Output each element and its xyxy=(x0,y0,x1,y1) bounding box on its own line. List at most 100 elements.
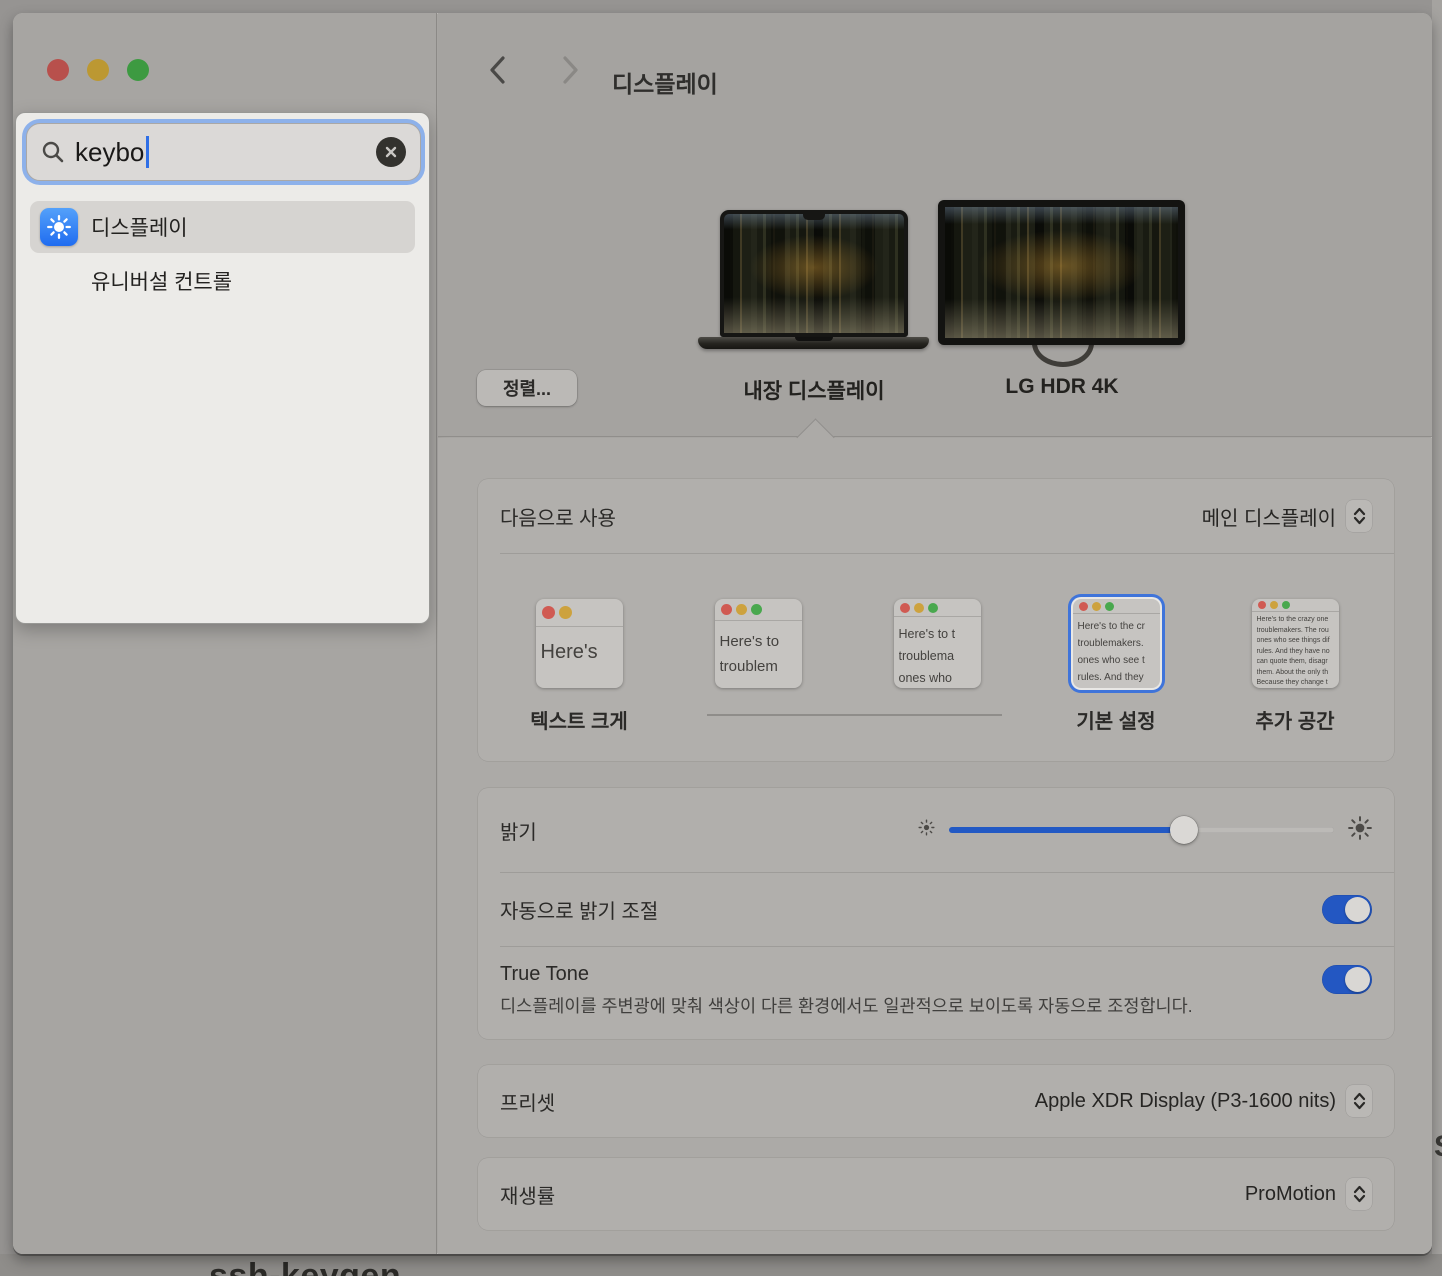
preview-titlebar xyxy=(715,599,802,621)
preset-popup-button[interactable] xyxy=(1346,1085,1372,1117)
preview-text: Here's to t troublema ones who xyxy=(894,617,981,688)
preview-line: ones who xyxy=(899,667,976,688)
scaling-preview[interactable]: Here's to troublem xyxy=(715,599,802,688)
preview-text: Here's to the cr troublemakers. ones who… xyxy=(1073,614,1160,688)
true-tone-toggle[interactable] xyxy=(1322,965,1372,994)
scaling-option-default[interactable]: Here's to the cr troublemakers. ones who… xyxy=(1031,599,1201,729)
preview-line: troublem xyxy=(720,654,797,679)
search-results-panel: keybo 디스플레이 유니버설 컨트롤 xyxy=(15,112,430,624)
refresh-rate-row: 재생률 ProMotion xyxy=(478,1158,1394,1230)
scaling-option-larger-text[interactable]: Here's 텍스트 크게 xyxy=(494,599,664,729)
preview-line: Here's to the crazy one xyxy=(1257,615,1334,626)
preview-text: Here's to troublem xyxy=(715,621,802,682)
scaling-option-3[interactable]: Here's to t troublema ones who xyxy=(852,599,1022,729)
search-result-display[interactable]: 디스플레이 xyxy=(30,201,415,253)
search-results-list: 디스플레이 유니버설 컨트롤 xyxy=(30,201,415,309)
auto-brightness-label: 자동으로 밝기 조절 xyxy=(500,895,658,924)
scaling-option-label: 텍스트 크게 xyxy=(530,705,628,729)
auto-brightness-row: 자동으로 밝기 조절 xyxy=(478,873,1394,946)
brightness-card: 밝기 xyxy=(478,788,1394,1039)
sun-bright-icon xyxy=(1348,816,1372,845)
page-title: 디스플레이 xyxy=(612,65,718,99)
window-controls xyxy=(47,59,149,81)
use-as-value: 메인 디스플레이 xyxy=(1202,502,1336,531)
refresh-rate-popup-button[interactable] xyxy=(1346,1178,1372,1210)
preview-titlebar xyxy=(1073,599,1160,614)
use-as-popup-button[interactable] xyxy=(1346,500,1372,532)
external-display-label: LG HDR 4K xyxy=(952,375,1172,399)
laptop-notch xyxy=(803,213,825,220)
refresh-rate-label: 재생률 xyxy=(500,1180,555,1209)
preview-line: Here's to t xyxy=(899,623,976,645)
preview-line: troublema xyxy=(899,645,976,667)
content-header: 디스플레이 내장 디스플레이 LG HDR 4K 정렬... xyxy=(438,13,1432,437)
toggle-knob xyxy=(1345,897,1370,922)
background-app-right: S xyxy=(1432,0,1442,1254)
true-tone-row: True Tone 디스플레이를 주변광에 맞춰 색상이 다른 환경에서도 일관… xyxy=(478,947,1394,1039)
preview-line: can quote them, disagr xyxy=(1257,657,1334,668)
preview-line: rules. And they xyxy=(1078,669,1155,686)
preview-zoom-dot xyxy=(1282,601,1290,609)
preview-titlebar xyxy=(536,599,623,627)
preset-label: 프리셋 xyxy=(500,1087,555,1116)
minimize-button[interactable] xyxy=(87,59,109,81)
search-value: keybo xyxy=(75,137,144,168)
brightness-label: 밝기 xyxy=(500,816,537,845)
preview-line: them. About the only th xyxy=(1257,668,1334,679)
scaling-connector-line xyxy=(707,714,1002,716)
search-result-universal-control[interactable]: 유니버설 컨트롤 xyxy=(30,255,415,307)
brightness-row: 밝기 xyxy=(478,788,1394,872)
laptop-base xyxy=(698,337,929,349)
preview-line: rules. And they have no xyxy=(1257,647,1334,658)
screenshot-canvas: ssh-keygen S keybo xyxy=(0,0,1442,1276)
sun-dim-icon xyxy=(918,819,935,841)
preview-line: Here's xyxy=(541,637,618,667)
close-button[interactable] xyxy=(47,59,69,81)
preview-zoom-dot xyxy=(751,604,762,615)
arrange-button[interactable]: 정렬... xyxy=(477,370,577,406)
brightness-slider-fill xyxy=(949,827,1184,833)
preview-zoom-dot xyxy=(1105,602,1114,611)
wallpaper-forest xyxy=(724,214,904,333)
preview-titlebar xyxy=(1252,599,1339,612)
preview-close-dot xyxy=(1079,602,1088,611)
preview-line: ones who see things dif xyxy=(1257,636,1334,647)
result-icon-placeholder xyxy=(40,262,78,300)
forward-icon[interactable] xyxy=(556,53,584,87)
back-icon[interactable] xyxy=(484,53,512,87)
brightness-slider-knob[interactable] xyxy=(1170,816,1198,844)
preview-zoom-dot xyxy=(928,603,938,613)
preview-close-dot xyxy=(900,603,910,613)
preview-text: Here's xyxy=(536,627,623,670)
search-input[interactable]: keybo xyxy=(26,123,421,181)
builtin-display-thumbnail[interactable] xyxy=(720,210,908,337)
preview-line: Because they change t xyxy=(1257,678,1334,688)
scaling-preview[interactable]: Here's xyxy=(536,599,623,688)
preview-line: ones who see t xyxy=(1078,652,1155,669)
preview-minimize-dot xyxy=(1092,602,1101,611)
true-tone-description: 디스플레이를 주변광에 맞춰 색상이 다른 환경에서도 일관적으로 보이도록 자… xyxy=(500,992,1260,1021)
external-display-thumbnail[interactable] xyxy=(938,200,1185,345)
scaling-option-more-space[interactable]: Here's to the crazy one troublemakers. T… xyxy=(1210,599,1380,729)
preview-titlebar xyxy=(894,599,981,617)
refresh-rate-card: 재생률 ProMotion xyxy=(478,1158,1394,1230)
scaling-option-2[interactable]: Here's to troublem xyxy=(673,599,843,729)
clear-search-button[interactable] xyxy=(376,137,406,167)
use-as-row: 다음으로 사용 메인 디스플레이 xyxy=(478,479,1394,553)
content-pane: 디스플레이 내장 디스플레이 LG HDR 4K 정렬... xyxy=(438,13,1432,1254)
preview-minimize-dot xyxy=(1270,601,1278,609)
background-app-bottom: ssh-keygen xyxy=(0,1254,1442,1276)
scaling-option-label: 기본 설정 xyxy=(1076,705,1155,729)
zoom-button[interactable] xyxy=(127,59,149,81)
text-caret xyxy=(146,136,149,168)
preview-minimize-dot xyxy=(736,604,747,615)
preview-close-dot xyxy=(721,604,732,615)
auto-brightness-toggle[interactable] xyxy=(1322,895,1372,924)
scaling-preview[interactable]: Here's to t troublema ones who xyxy=(894,599,981,688)
brightness-slider[interactable] xyxy=(949,816,1334,844)
scaling-preview[interactable]: Here's to the crazy one troublemakers. T… xyxy=(1252,599,1339,688)
display-brightness-icon xyxy=(40,208,78,246)
scaling-preview[interactable]: Here's to the cr troublemakers. ones who… xyxy=(1073,599,1160,688)
background-right-text: S xyxy=(1434,1130,1442,1164)
preset-card: 프리셋 Apple XDR Display (P3-1600 nits) xyxy=(478,1065,1394,1137)
